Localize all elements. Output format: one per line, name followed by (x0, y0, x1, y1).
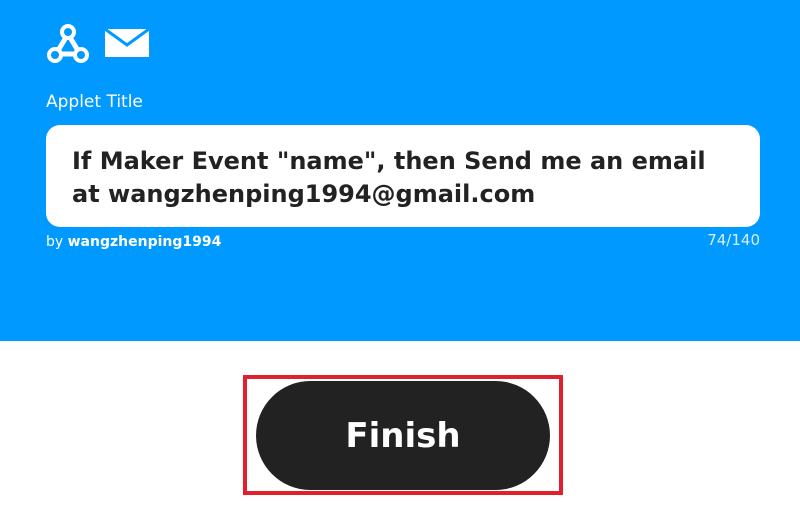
applet-header: Applet Title If Maker Event "name", then… (0, 0, 800, 341)
character-counter: 74/140 (707, 231, 760, 249)
applet-title-label: Applet Title (46, 92, 143, 112)
author-byline: by wangzhenping1994 (46, 234, 221, 250)
finish-button[interactable]: Finish (256, 381, 550, 490)
byline-prefix: by (46, 234, 64, 250)
applet-title-input[interactable]: If Maker Event "name", then Send me an e… (46, 125, 760, 227)
webhook-icon (46, 22, 90, 64)
author-name: wangzhenping1994 (67, 234, 222, 250)
service-icons (46, 22, 150, 64)
email-icon (104, 28, 150, 58)
